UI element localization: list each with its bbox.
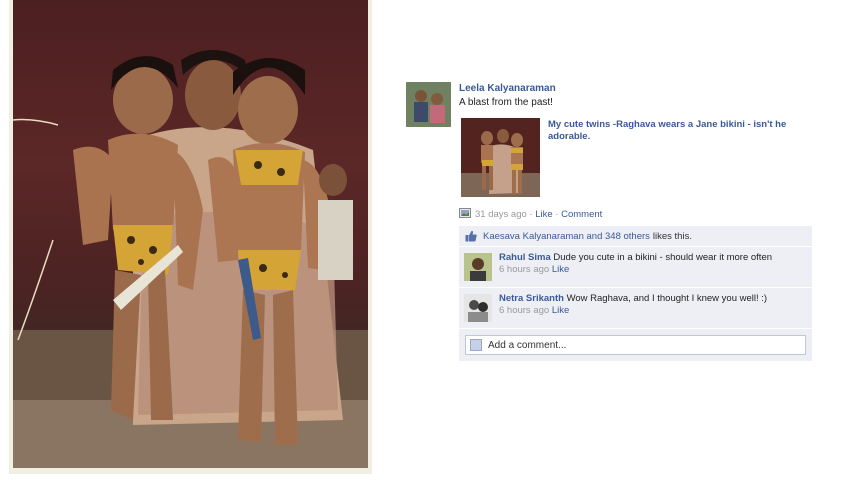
thumbs-up-icon — [465, 230, 477, 242]
author-avatar-image — [406, 82, 451, 127]
commenter-avatar-image — [464, 253, 492, 281]
vintage-photo-frame — [9, 0, 372, 474]
post-like-link[interactable]: Like — [535, 209, 552, 220]
attachment-caption-link[interactable]: My cute twins -Raghava wears a Jane biki… — [548, 119, 808, 143]
author-avatar[interactable] — [406, 82, 451, 127]
comment-meta: 6 hours ago Like — [499, 264, 806, 275]
add-comment-input[interactable]: Add a comment... — [465, 335, 806, 355]
post-timestamp[interactable]: 31 days ago — [475, 209, 527, 220]
comment-meta: 6 hours ago Like — [499, 305, 806, 316]
vintage-photo — [13, 0, 368, 468]
comment-like-link[interactable]: Like — [552, 305, 569, 316]
comment-text: Wow Raghava, and I thought I knew you we… — [566, 293, 768, 304]
add-comment-row: Add a comment... — [459, 329, 812, 361]
comment-body: Netra Srikanth Wow Raghava, and I though… — [499, 293, 806, 304]
comment-timestamp[interactable]: 6 hours ago — [499, 305, 549, 316]
likes-row: Kaesava Kalyanaraman and 348 others likes… — [459, 226, 812, 247]
commenter-name[interactable]: Netra Srikanth — [499, 293, 564, 304]
comment-body: Rahul Sima Dude you cute in a bikini - s… — [499, 252, 806, 263]
post-status-text: A blast from the past! — [459, 97, 553, 108]
commenter-avatar[interactable] — [464, 294, 492, 322]
user-picture-icon — [470, 339, 482, 351]
commenter-name[interactable]: Rahul Sima — [499, 252, 551, 263]
attached-photo-thumbnail[interactable] — [461, 118, 540, 197]
post-author-name[interactable]: Leela Kalyanaraman — [459, 83, 556, 94]
commenter-avatar-image — [464, 294, 492, 322]
add-comment-placeholder: Add a comment... — [488, 339, 567, 351]
meta-separator: · — [552, 209, 562, 220]
commenter-avatar[interactable] — [464, 253, 492, 281]
likers-link[interactable]: Kaesava Kalyanaraman and 348 others — [483, 231, 650, 242]
comment-timestamp[interactable]: 6 hours ago — [499, 264, 549, 275]
comment-text: Dude you cute in a bikini - should wear … — [553, 252, 773, 263]
thumbnail-image — [461, 118, 540, 197]
vintage-photo-illustration — [13, 50, 368, 468]
comment-item: Rahul Sima Dude you cute in a bikini - s… — [459, 247, 812, 288]
feedback-panel: Kaesava Kalyanaraman and 348 others likes… — [459, 226, 812, 361]
post-meta: 31 days ago · Like · Comment — [459, 208, 602, 220]
likes-suffix: likes this. — [652, 230, 692, 242]
meta-separator: · — [526, 209, 536, 220]
post-comment-link[interactable]: Comment — [561, 209, 602, 220]
comment-item: Netra Srikanth Wow Raghava, and I though… — [459, 288, 812, 329]
comment-like-link[interactable]: Like — [552, 264, 569, 275]
photo-album-icon — [459, 208, 471, 218]
